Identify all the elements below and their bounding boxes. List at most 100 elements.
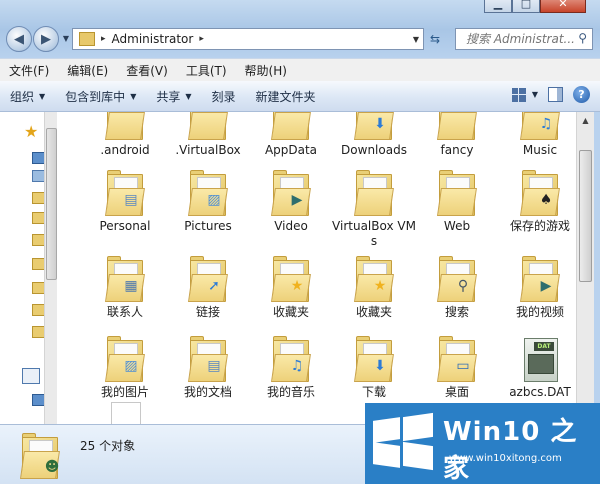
search-icon[interactable]: ⚲ — [578, 31, 587, 45]
folder-item[interactable]: ♫ 我的音乐 — [249, 336, 333, 400]
item-label: 链接 — [195, 305, 220, 319]
folder-item[interactable]: AppData — [249, 112, 333, 158]
search-box[interactable]: ⚲ — [455, 28, 593, 50]
film-icon: ▶ — [291, 192, 303, 208]
scrollbar-thumb[interactable] — [579, 150, 592, 282]
folder-item[interactable]: ▦ 联系人 — [83, 256, 167, 320]
share-label: 共享 — [156, 89, 181, 104]
folder-icon: ▨ — [105, 336, 145, 382]
include-library-button[interactable]: 包含到库中 ▼ — [55, 88, 146, 105]
folder-item[interactable]: ★ 收藏夹 — [249, 256, 333, 320]
address-dropdown-icon[interactable]: ▼ — [413, 35, 419, 44]
nav-pane-scrollbar[interactable] — [44, 112, 57, 424]
folder-item[interactable]: ♠ 保存的游戏 — [498, 170, 576, 234]
item-label: Personal — [99, 219, 151, 233]
item-label: AppData — [264, 143, 318, 157]
chevron-down-icon: ▼ — [62, 33, 70, 43]
search-input[interactable] — [464, 31, 578, 47]
watermark: Win10 之家 www.win10xitong.com — [365, 403, 600, 484]
folder-item[interactable]: ⬇ 下载 — [332, 336, 416, 400]
item-label: 搜索 — [444, 305, 469, 319]
breadcrumb-separator[interactable]: ▸ — [199, 34, 204, 44]
folder-item[interactable]: ▭ 桌面 — [415, 336, 499, 400]
explorer-window: ▁ □ ✕ ◀ ▶ ▼ ▸ Administrator ▸ ▼ ⇆ ⚲ 文件(F… — [0, 0, 600, 484]
view-options-dropdown[interactable]: ▼ — [532, 90, 538, 99]
forward-button[interactable]: ▶ — [33, 26, 59, 52]
folder-item[interactable]: ➚ 链接 — [166, 256, 250, 320]
recent-pages-dropdown[interactable]: ▼ — [60, 26, 72, 50]
help-button[interactable]: ? — [573, 86, 590, 103]
folder-item[interactable]: ▤ 我的文档 — [166, 336, 250, 400]
menu-bar: 文件(F) 编辑(E) 查看(V) 工具(T) 帮助(H) — [0, 58, 600, 81]
folder-item[interactable]: ⚲ 搜索 — [415, 256, 499, 320]
back-button[interactable]: ◀ — [6, 26, 32, 52]
link-arrow-icon: ➚ — [208, 278, 220, 294]
folder-item[interactable]: ▶ 我的视频 — [498, 256, 576, 320]
navigation-pane: ★ — [0, 112, 57, 424]
share-button[interactable]: 共享 ▼ — [146, 88, 201, 105]
nav-pane-scrollbar-thumb[interactable] — [46, 128, 57, 280]
music-note-icon: ♫ — [290, 358, 304, 374]
caption-buttons: ▁ □ ✕ — [484, 0, 586, 13]
command-bar: 组织 ▼ 包含到库中 ▼ 共享 ▼ 刻录 新建文件夹 ▼ ? — [0, 81, 600, 112]
address-bar[interactable]: ▸ Administrator ▸ ▼ — [72, 28, 424, 50]
folder-icon: ▤ — [105, 170, 145, 216]
folder-icon: ⬇ — [354, 336, 394, 382]
menu-help[interactable]: 帮助(H) — [236, 62, 296, 79]
contact-card-icon: ▦ — [124, 278, 138, 294]
folder-icon: ➚ — [188, 256, 228, 302]
refresh-icon: ⇆ — [429, 32, 441, 46]
dat-file-icon: DAT — [520, 338, 560, 382]
folder-icon — [437, 170, 477, 216]
menu-edit[interactable]: 编辑(E) — [58, 62, 117, 79]
folder-item[interactable]: Web — [415, 170, 499, 234]
folder-item[interactable]: .VirtualBox — [166, 112, 250, 158]
refresh-button[interactable]: ⇆ — [424, 28, 446, 50]
menu-file[interactable]: 文件(F) — [0, 62, 58, 79]
folder-icon: ♫ — [271, 336, 311, 382]
libraries-icon[interactable] — [22, 368, 40, 384]
burn-label: 刻录 — [211, 89, 236, 104]
file-list-scrollbar[interactable]: ▲ ▼ — [576, 112, 594, 424]
file-item[interactable] — [83, 402, 167, 424]
folder-icon — [271, 112, 311, 140]
folder-item[interactable]: fancy — [415, 112, 499, 158]
burn-button[interactable]: 刻录 — [202, 88, 246, 105]
folder-item[interactable]: ▶ Video — [249, 170, 333, 234]
menu-view[interactable]: 查看(V) — [117, 62, 177, 79]
watermark-brand: Win10 之家 — [443, 417, 578, 484]
magnifier-icon: ⚲ — [457, 278, 469, 294]
favorites-star-icon[interactable]: ★ — [24, 122, 38, 141]
new-folder-button[interactable]: 新建文件夹 — [246, 88, 326, 105]
folder-item[interactable]: ▤ Personal — [83, 170, 167, 234]
folder-item[interactable]: ⬇ Downloads — [332, 112, 416, 158]
folder-item[interactable]: ♫ Music — [498, 112, 576, 158]
preview-pane-button[interactable] — [548, 87, 563, 102]
minimize-button[interactable]: ▁ — [484, 0, 512, 13]
folder-item[interactable]: ▨ Pictures — [166, 170, 250, 234]
file-list: .android .VirtualBox AppData ⬇ Downloads fanc… — [57, 112, 576, 424]
menu-tools[interactable]: 工具(T) — [177, 62, 236, 79]
folder-item[interactable]: .android — [83, 112, 167, 158]
folder-item[interactable]: ★ 收藏夹 — [332, 256, 416, 320]
scroll-up-icon[interactable]: ▲ — [577, 112, 594, 128]
maximize-button[interactable]: □ — [512, 0, 540, 13]
close-button[interactable]: ✕ — [540, 0, 586, 13]
view-grid-icon — [511, 87, 526, 102]
organize-button[interactable]: 组织 ▼ — [0, 88, 55, 105]
file-item[interactable]: DAT azbcs.DAT — [498, 338, 576, 400]
item-label: Pictures — [184, 219, 232, 233]
folder-icon — [79, 32, 95, 46]
breadcrumb-administrator[interactable]: Administrator — [112, 32, 194, 46]
folder-icon: ▨ — [188, 170, 228, 216]
folder-item[interactable]: ▨ 我的图片 — [83, 336, 167, 400]
folder-icon: ♫ — [520, 112, 560, 140]
change-view-button[interactable] — [511, 87, 526, 102]
item-label: .android — [100, 143, 150, 157]
user-folder-icon: ☻ — [20, 433, 60, 479]
folder-icon: ★ — [354, 256, 394, 302]
folder-icon — [437, 112, 477, 140]
folder-item[interactable]: VirtualBox VMs — [332, 170, 416, 249]
breadcrumb-separator[interactable]: ▸ — [101, 34, 106, 44]
download-arrow-icon: ⬇ — [374, 358, 386, 374]
